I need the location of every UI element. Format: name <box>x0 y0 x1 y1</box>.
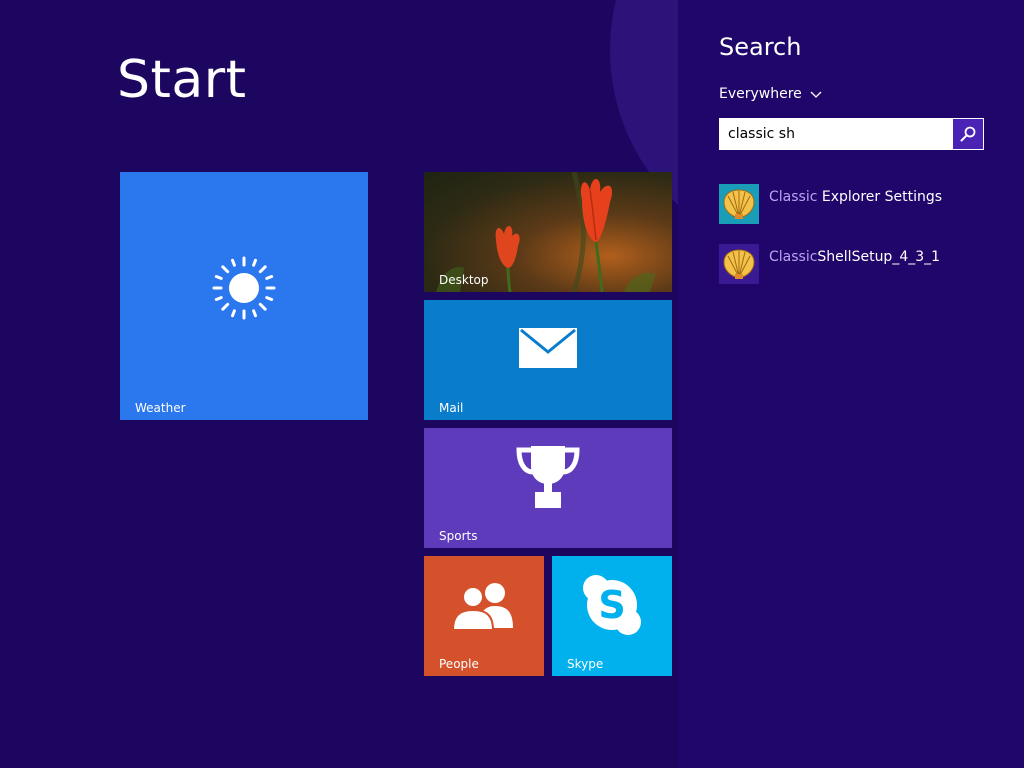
tile-label: Mail <box>439 401 464 415</box>
search-title: Search <box>719 33 802 61</box>
classic-shell-icon <box>719 184 759 224</box>
chevron-down-icon <box>810 91 822 98</box>
tile-label: Skype <box>567 657 604 671</box>
search-result-title: Classic Explorer Settings <box>769 189 942 205</box>
tile-desktop[interactable]: Desktop <box>424 172 672 292</box>
start-screen: Start Weather Desktop Mail Sports People… <box>0 0 678 768</box>
search-result-match: Classic <box>769 189 818 205</box>
tile-label: Weather <box>135 401 186 415</box>
people-icon <box>451 583 513 630</box>
tile-skype[interactable]: S Skype <box>552 556 672 676</box>
start-title: Start <box>117 50 247 110</box>
search-charm: Search Everywhere classic sh Classic Exp… <box>678 0 1024 768</box>
search-button[interactable] <box>952 119 983 149</box>
search-result-match: Classic <box>769 249 818 265</box>
sun-icon <box>212 256 276 320</box>
search-icon <box>960 126 976 142</box>
tile-mail[interactable]: Mail <box>424 300 672 420</box>
tile-sports[interactable]: Sports <box>424 428 672 548</box>
tile-label: Sports <box>439 529 478 543</box>
tile-label: Desktop <box>439 273 489 287</box>
tile-label: People <box>439 657 479 671</box>
search-result-title: ClassicShellSetup_4_3_1 <box>769 249 940 265</box>
search-scope-dropdown[interactable]: Everywhere <box>719 86 822 102</box>
search-scope-label: Everywhere <box>719 86 802 102</box>
search-result-rest: Explorer Settings <box>817 189 943 205</box>
search-result-item[interactable]: ClassicShellSetup_4_3_1 <box>719 244 940 284</box>
search-input[interactable] <box>720 119 952 149</box>
trophy-icon <box>516 446 580 508</box>
search-box <box>719 118 984 150</box>
svg-text:S: S <box>598 583 625 627</box>
envelope-icon <box>519 328 577 368</box>
search-result-item[interactable]: Classic Explorer Settings <box>719 184 942 224</box>
tile-weather[interactable]: Weather <box>120 172 368 420</box>
tile-people[interactable]: People <box>424 556 544 676</box>
search-result-rest: ShellSetup_4_3_1 <box>817 249 941 265</box>
skype-icon: S <box>583 575 641 635</box>
classic-shell-icon <box>719 244 759 284</box>
